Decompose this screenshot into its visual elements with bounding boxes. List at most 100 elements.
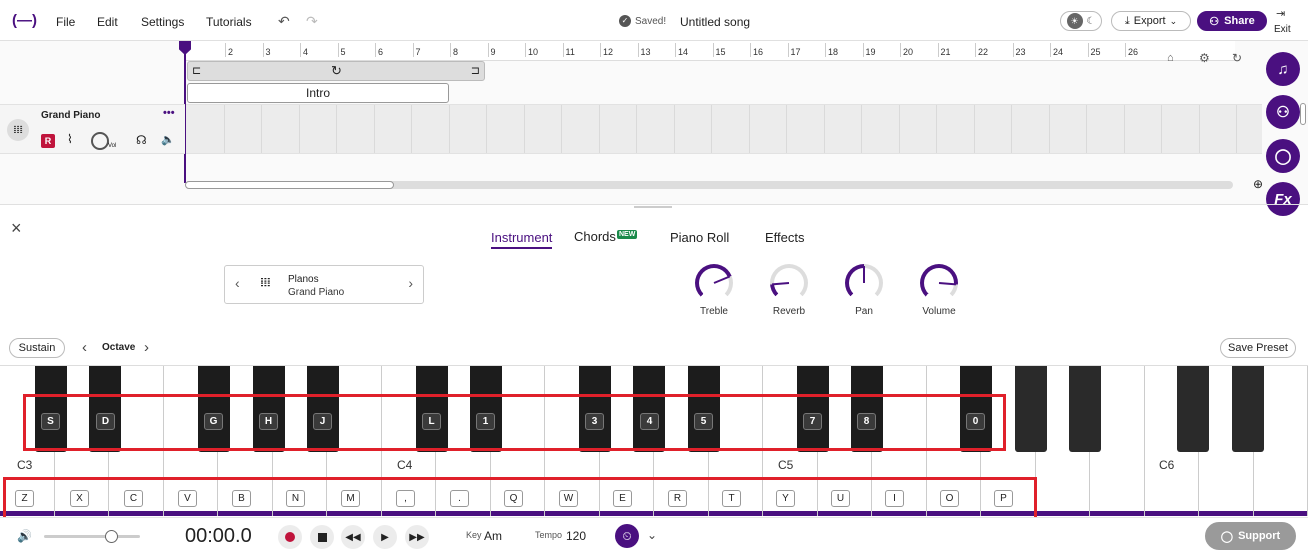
- timeline-ruler[interactable]: 2 3 4 5 6 7 8 9 10 11 12 13 14 15 16 17 18 19 20 21 22 23 24 25…: [185, 41, 1235, 61]
- master-volume-slider[interactable]: [44, 530, 140, 543]
- tempo-value[interactable]: 120: [566, 529, 586, 543]
- exit-label[interactable]: Exit: [1274, 24, 1291, 35]
- record-button[interactable]: [278, 525, 302, 549]
- undo-icon[interactable]: ↶: [278, 13, 290, 30]
- tab-instrument[interactable]: Instrument: [491, 230, 553, 249]
- loop-start-icon[interactable]: ⊏: [192, 64, 201, 77]
- key-value[interactable]: Am: [484, 529, 502, 543]
- tab-effects[interactable]: Effects: [765, 230, 805, 245]
- metronome-button[interactable]: ⏲: [615, 524, 639, 548]
- chat-bubble-icon: ◯: [1220, 530, 1234, 543]
- loop-end-icon[interactable]: ⊐: [471, 64, 480, 77]
- redo-icon[interactable]: ↷: [306, 13, 318, 30]
- ruler-number: 23: [1015, 47, 1026, 57]
- ruler-number: 3: [265, 47, 271, 57]
- knob-treble[interactable]: [695, 264, 733, 302]
- save-preset-button[interactable]: Save Preset: [1220, 338, 1296, 358]
- prev-instrument-icon[interactable]: ‹: [235, 275, 240, 291]
- rewind-button[interactable]: ◀◀: [341, 525, 365, 549]
- ruler-tick: [1125, 43, 1126, 57]
- lane-grid-line: [1086, 105, 1087, 153]
- logo[interactable]: (—): [12, 12, 37, 29]
- section-marker-intro[interactable]: Intro: [187, 83, 449, 103]
- loop-region[interactable]: ⊏ ↻ ⊐: [187, 61, 485, 81]
- knob-label: Reverb: [772, 306, 806, 317]
- lane-grid-line: [298, 105, 300, 153]
- play-button[interactable]: ▶: [373, 525, 397, 549]
- next-instrument-icon[interactable]: ›: [408, 275, 413, 291]
- knob-label: Pan: [855, 306, 873, 317]
- share-button[interactable]: ⚇ Share: [1197, 11, 1267, 31]
- close-icon[interactable]: ×: [11, 218, 22, 239]
- tab-piano-roll[interactable]: Piano Roll: [670, 230, 729, 245]
- collaborators-icon[interactable]: ⚇: [1266, 95, 1300, 129]
- export-button[interactable]: ⤓ Export ⌄: [1111, 11, 1191, 31]
- ruler-number: 21: [940, 47, 951, 57]
- key-accent-bar: [1090, 511, 1144, 516]
- top-bar: (—) File Edit Settings Tutorials ↶ ↷ ✓ S…: [0, 0, 1308, 41]
- tab-chords[interactable]: Chords: [574, 229, 616, 244]
- fx-button[interactable]: Fx: [1266, 182, 1300, 216]
- music-note-icon[interactable]: ♫: [1266, 52, 1300, 86]
- vertical-scrollbar[interactable]: [1300, 103, 1306, 125]
- octave-up-icon[interactable]: ›: [144, 339, 149, 356]
- lane-grid-line: [336, 105, 337, 153]
- ruler-tick: [637, 43, 639, 57]
- ruler-number: 24: [1053, 47, 1064, 57]
- refresh-icon[interactable]: ↻: [1232, 51, 1242, 65]
- black-key[interactable]: [1069, 366, 1101, 452]
- headphones-icon[interactable]: ☊: [136, 133, 147, 147]
- lane-grid-line: [636, 105, 637, 153]
- menu-tutorials[interactable]: Tutorials: [206, 15, 252, 29]
- menu-file[interactable]: File: [56, 15, 75, 29]
- chat-icon[interactable]: ◯: [1266, 139, 1300, 173]
- zoom-in-icon[interactable]: ⊕: [1253, 177, 1263, 191]
- black-key[interactable]: [1015, 366, 1047, 452]
- mute-icon[interactable]: 🔈: [161, 133, 175, 146]
- stop-button[interactable]: [310, 525, 334, 549]
- track-lane[interactable]: [186, 104, 1262, 154]
- knob-reverb[interactable]: [770, 264, 808, 302]
- track-header[interactable]: 𝍖 Grand Piano ••• R ⌇ Vol ☊ 🔈: [0, 104, 185, 154]
- ruler-tick: [1050, 43, 1051, 57]
- chevron-down-icon[interactable]: ⌄: [647, 528, 657, 542]
- tempo-label: Tempo: [535, 530, 563, 540]
- knob-volume[interactable]: [920, 264, 958, 302]
- scrollbar-thumb[interactable]: [185, 181, 394, 189]
- instrument-category: Planos: [288, 274, 319, 285]
- black-key[interactable]: [1177, 366, 1209, 452]
- menu-edit[interactable]: Edit: [97, 15, 118, 29]
- lane-grid-line: [223, 105, 225, 153]
- black-key[interactable]: [1232, 366, 1264, 452]
- ruler-number: 8: [453, 47, 459, 57]
- volume-knob[interactable]: [91, 132, 109, 150]
- lane-grid-line: [711, 105, 712, 153]
- menu-settings[interactable]: Settings: [141, 15, 184, 29]
- instrument-selector[interactable]: ‹ 𝍖 Planos Grand Piano ›: [224, 265, 424, 304]
- ruler-tick: [862, 43, 864, 57]
- rewind-icon: ◀◀: [345, 531, 361, 543]
- track-more-button[interactable]: •••: [163, 107, 175, 119]
- track-name[interactable]: Grand Piano: [41, 110, 100, 121]
- record-arm-badge[interactable]: R: [41, 134, 55, 148]
- speaker-icon[interactable]: 🔊: [17, 529, 32, 543]
- knob-pan[interactable]: [845, 264, 883, 302]
- support-button[interactable]: ◯ Support: [1205, 522, 1296, 550]
- horizontal-scrollbar[interactable]: [185, 181, 1233, 189]
- metronome-icon[interactable]: ⌂: [1167, 52, 1174, 64]
- sun-icon: ☀: [1066, 13, 1083, 29]
- panel-resize-handle[interactable]: [634, 206, 672, 208]
- ruler-tick: [337, 43, 339, 57]
- song-title[interactable]: Untitled song: [680, 15, 750, 29]
- gear-icon[interactable]: ⚙: [1199, 51, 1210, 65]
- exit-icon[interactable]: ⇥: [1276, 7, 1285, 20]
- ruler-tick: [750, 43, 751, 57]
- ruler-tick: [562, 43, 564, 57]
- sustain-button[interactable]: Sustain: [9, 338, 65, 358]
- forward-button[interactable]: ▶▶: [405, 525, 429, 549]
- knob-indicator: [863, 266, 865, 283]
- key-accent-bar: [1199, 511, 1253, 516]
- octave-down-icon[interactable]: ‹: [82, 339, 87, 356]
- automation-icon[interactable]: ⌇: [67, 132, 73, 146]
- theme-toggle[interactable]: ☀ ☾: [1060, 11, 1102, 31]
